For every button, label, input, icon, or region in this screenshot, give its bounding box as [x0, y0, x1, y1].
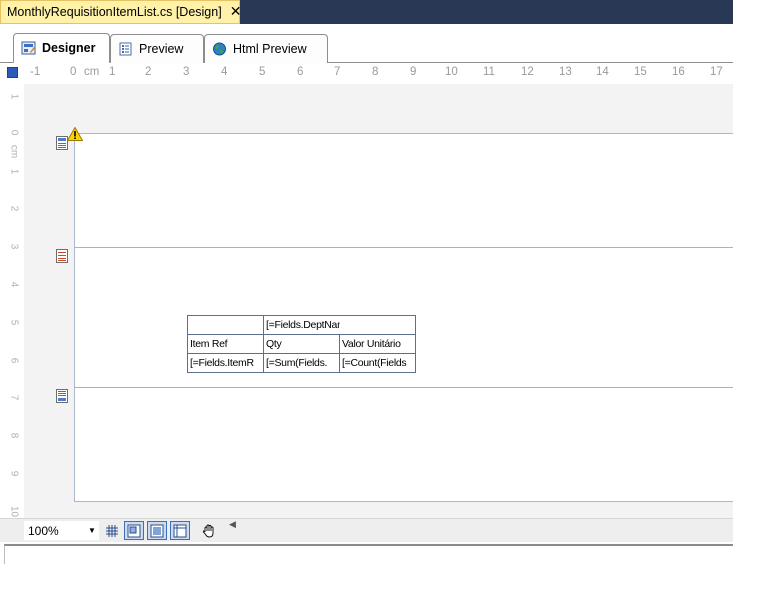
tab-preview[interactable]: Preview	[110, 34, 204, 63]
v-ruler-label: 10	[8, 505, 20, 518]
zoom-value: 100%	[28, 523, 59, 538]
h-ruler-label: 3	[183, 66, 190, 78]
table-row: Item Ref Qty Valor Unitário	[187, 334, 416, 354]
table-cell[interactable]: [=Sum(Fields.	[263, 353, 340, 373]
h-ruler-label: 9	[410, 66, 417, 78]
h-ruler-label: 16	[672, 66, 685, 78]
table-cell[interactable]: Qty	[263, 334, 340, 354]
h-ruler-label: 11	[483, 66, 495, 78]
tab-designer-label: Designer	[42, 41, 96, 55]
zoom-dropdown[interactable]: 100% ▼	[24, 521, 99, 540]
v-ruler-label: cm	[8, 144, 20, 159]
tab-designer[interactable]: Designer	[13, 33, 110, 63]
table-cell[interactable]: [=Fields.ItemR	[187, 353, 264, 373]
v-ruler-label: 7	[8, 394, 20, 401]
chevron-down-icon[interactable]: ▼	[88, 526, 98, 535]
v-ruler-label: 3	[8, 243, 20, 250]
ruler-corner-button[interactable]	[7, 67, 18, 78]
tab-html-preview[interactable]: Html Preview	[204, 34, 328, 63]
tab-preview-label: Preview	[139, 42, 184, 56]
snap-to-grid-icon[interactable]	[124, 521, 144, 540]
h-ruler-label: -1	[30, 66, 41, 78]
table-cell[interactable]	[187, 315, 264, 335]
h-ruler-label: 4	[221, 66, 228, 78]
v-ruler-label: 9	[8, 470, 20, 477]
h-ruler-label: 17	[710, 66, 723, 78]
band-footer-icon[interactable]	[56, 389, 68, 403]
document-tab[interactable]: MonthlyRequisitionItemList.cs [Design] ✕	[0, 0, 242, 24]
ruler-toggle-icon[interactable]	[170, 521, 190, 540]
v-ruler-label: 6	[8, 357, 20, 364]
h-ruler-label: 6	[297, 66, 304, 78]
h-ruler-label: 15	[634, 66, 647, 78]
designer-icon	[21, 41, 36, 55]
close-icon[interactable]: ✕	[230, 5, 242, 19]
table-cell[interactable]: Item Ref	[187, 334, 264, 354]
preview-icon	[119, 42, 132, 56]
document-tab-title: MonthlyRequisitionItemList.cs [Design]	[7, 5, 222, 19]
h-ruler-label: 13	[559, 66, 572, 78]
h-ruler-label: 14	[596, 66, 609, 78]
h-ruler-label: 7	[334, 66, 341, 78]
horizontal-ruler: -1 0 cm 1 2 3 4 5 6 7 8 9 10 11 12 13 14…	[24, 64, 733, 84]
globe-icon	[213, 42, 226, 56]
tab-html-preview-label: Html Preview	[233, 42, 307, 56]
v-ruler-label: 1	[8, 168, 20, 175]
v-ruler-label: 1	[8, 93, 20, 100]
table-row: [=Fields.DeptName]	[187, 315, 416, 335]
h-ruler-label: 5	[259, 66, 266, 78]
h-ruler-label: 10	[445, 66, 458, 78]
h-ruler-label: 2	[145, 66, 152, 78]
hand-pan-icon[interactable]	[199, 521, 219, 540]
table-cell[interactable]	[339, 315, 416, 335]
section-divider-header-detail	[74, 247, 733, 248]
h-ruler-label: 12	[521, 66, 534, 78]
table-cell[interactable]: [=Count(Fields	[339, 353, 416, 373]
table-layout-icon[interactable]	[147, 521, 167, 540]
v-ruler-label: 0	[8, 129, 20, 136]
table-row: [=Fields.ItemR [=Sum(Fields. [=Count(Fie…	[187, 353, 416, 373]
v-ruler-label: 8	[8, 432, 20, 439]
v-ruler-label: 2	[8, 205, 20, 212]
h-ruler-label: 0	[70, 66, 77, 78]
table-cell[interactable]: [=Fields.DeptName]	[263, 315, 340, 335]
warning-icon[interactable]	[67, 127, 83, 141]
h-ruler-label: 1	[109, 66, 116, 78]
band-detail-icon[interactable]	[56, 249, 68, 263]
report-table[interactable]: [=Fields.DeptName] Item Ref Qty Valor Un…	[187, 315, 416, 373]
vertical-ruler: 1 0 cm 1 2 3 4 5 6 7 8 9 10	[4, 86, 24, 518]
v-ruler-label: 4	[8, 281, 20, 288]
h-ruler-label: 8	[372, 66, 379, 78]
table-cell[interactable]: Valor Unitário	[339, 334, 416, 354]
h-ruler-label: cm	[84, 66, 100, 78]
section-divider-detail-footer	[74, 387, 733, 388]
v-ruler-label: 5	[8, 319, 20, 326]
scroll-left-arrow-icon[interactable]: ◀	[229, 520, 236, 530]
grid-icon[interactable]	[102, 521, 122, 540]
properties-panel	[4, 544, 733, 564]
